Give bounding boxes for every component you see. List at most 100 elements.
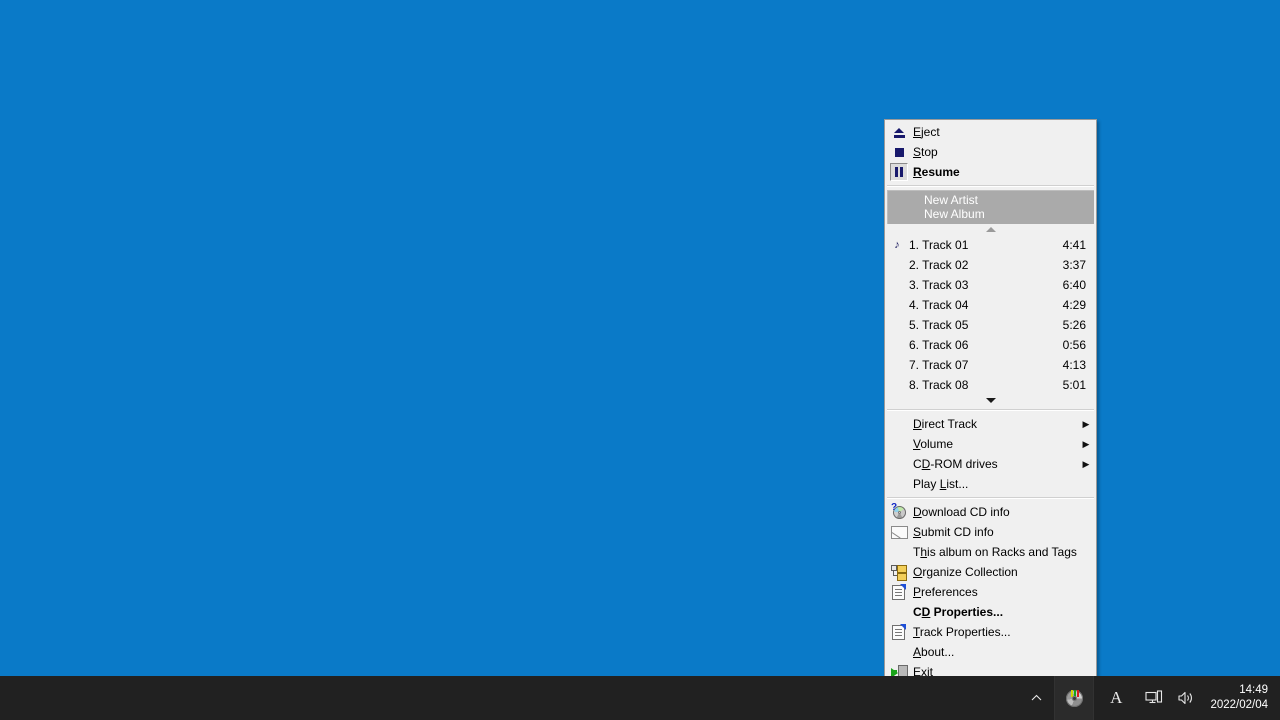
track-duration: 5:01 — [1062, 378, 1086, 392]
volume-tray-icon[interactable] — [1170, 676, 1202, 720]
album-header[interactable]: New Artist New Album — [887, 190, 1094, 224]
chevron-up-icon — [1031, 694, 1042, 701]
menu-item-volume[interactable]: Volume ▶ — [885, 434, 1096, 454]
menu-item-resume[interactable]: Resume — [885, 162, 1096, 182]
network-tray-icon[interactable] — [1138, 676, 1170, 720]
menu-item-organize-collection[interactable]: Organize Collection — [885, 562, 1096, 582]
pressed-icon-frame — [890, 163, 908, 181]
menu-item-icon — [889, 456, 909, 472]
playback-controls-section: Eject Stop Resume — [885, 122, 1096, 182]
track-name: 4. Track 04 — [909, 298, 969, 312]
actions-section: ? Download CD info Submit CD info This albu… — [885, 502, 1096, 682]
track-name: 7. Track 07 — [909, 358, 969, 372]
track-list-scroll-down[interactable] — [885, 395, 1096, 406]
clock-date: 2022/02/04 — [1210, 699, 1268, 711]
menu-item-icon — [889, 163, 909, 181]
track-name: 8. Track 08 — [909, 378, 969, 392]
submenu-arrow-icon: ▶ — [1082, 458, 1090, 469]
clock-time: 14:49 — [1239, 684, 1268, 696]
menu-item-cd-properties[interactable]: CD Properties... — [885, 602, 1096, 622]
network-icon — [1145, 690, 1163, 704]
chevron-up-icon — [985, 227, 996, 232]
cd-level-bars-icon — [1070, 689, 1080, 698]
track-duration: 4:29 — [1062, 298, 1086, 312]
track-name: 6. Track 06 — [909, 338, 969, 352]
menu-item-icon — [889, 644, 909, 660]
menu-item-label: CD-ROM drives — [913, 457, 998, 471]
track-list-item[interactable]: 8. Track 08 5:01 — [885, 375, 1096, 395]
menu-item-icon — [889, 624, 909, 640]
taskbar-clock[interactable]: 14:49 2022/02/04 — [1202, 683, 1280, 713]
menu-item-album-racks-tags[interactable]: This album on Racks and Tags — [885, 542, 1096, 562]
show-hidden-icons-button[interactable] — [1018, 676, 1054, 720]
menu-item-preferences[interactable]: Preferences — [885, 582, 1096, 602]
menu-item-icon: ? — [889, 503, 909, 520]
menu-item-download-cd-info[interactable]: ? Download CD info — [885, 502, 1096, 522]
menu-item-label: Eject — [913, 125, 940, 139]
system-tray: A 14:49 2022/02/04 — [1018, 676, 1280, 720]
menu-item-stop[interactable]: Stop — [885, 142, 1096, 162]
track-list-item[interactable]: 7. Track 07 4:13 — [885, 355, 1096, 375]
now-playing-note-icon: ♪ — [889, 237, 905, 253]
menu-item-label: Resume — [913, 165, 960, 179]
track-icon-slot — [889, 377, 905, 393]
menu-item-play-list[interactable]: Play List... — [885, 474, 1096, 494]
menu-item-icon — [889, 544, 909, 560]
menu-item-cd-rom-drives[interactable]: CD-ROM drives ▶ — [885, 454, 1096, 474]
track-list-item[interactable]: 2. Track 02 3:37 — [885, 255, 1096, 275]
menu-item-icon — [889, 524, 909, 540]
track-name: 1. Track 01 — [909, 238, 969, 252]
ime-a-icon: A — [1110, 688, 1123, 707]
menu-item-icon — [889, 584, 909, 600]
track-duration: 3:37 — [1062, 258, 1086, 272]
cd-player-context-menu: Eject Stop Resume New Artist New Album ♪ 1.… — [884, 119, 1097, 685]
track-list-item[interactable]: 6. Track 06 0:56 — [885, 335, 1096, 355]
music-note-icon: ♪ — [894, 239, 900, 251]
track-list-item[interactable]: 3. Track 03 6:40 — [885, 275, 1096, 295]
submenu-arrow-icon: ▶ — [1082, 418, 1090, 429]
menu-item-submit-cd-info[interactable]: Submit CD info — [885, 522, 1096, 542]
track-icon-slot — [889, 277, 905, 293]
track-list-scroll-up[interactable] — [885, 224, 1096, 235]
menu-item-icon — [889, 144, 909, 160]
track-icon-slot — [889, 337, 905, 353]
menu-item-label: Direct Track — [913, 417, 978, 431]
menu-item-icon — [889, 124, 909, 140]
volume-icon — [1178, 691, 1193, 705]
stop-icon — [894, 147, 904, 157]
menu-item-icon — [889, 416, 909, 432]
chevron-down-icon — [985, 398, 996, 403]
cd-question-icon: ? — [891, 503, 907, 520]
menu-item-label: Play List... — [913, 477, 969, 491]
track-duration: 4:13 — [1062, 358, 1086, 372]
track-list: ♪ 1. Track 01 4:41 2. Track 02 3:37 3. Track … — [885, 235, 1096, 395]
track-icon-slot — [889, 257, 905, 273]
track-list-item[interactable]: ♪ 1. Track 01 4:41 — [885, 235, 1096, 255]
properties-icon — [891, 584, 907, 600]
menu-item-label: Preferences — [913, 585, 978, 599]
track-name: 2. Track 02 — [909, 258, 969, 272]
folder-tree-icon — [891, 564, 907, 581]
menu-item-direct-track[interactable]: Direct Track ▶ — [885, 414, 1096, 434]
menu-item-label: This album on Racks and Tags — [913, 545, 1077, 559]
track-duration: 6:40 — [1062, 278, 1086, 292]
album-title: New Album — [924, 207, 985, 221]
menu-separator — [887, 185, 1094, 187]
menu-separator — [887, 497, 1094, 499]
track-name: 3. Track 03 — [909, 278, 969, 292]
eject-icon — [893, 127, 905, 138]
menu-item-track-properties[interactable]: Track Properties... — [885, 622, 1096, 642]
menu-item-eject[interactable]: Eject — [885, 122, 1096, 142]
cd-disc-icon — [1065, 689, 1083, 707]
menu-item-label: Submit CD info — [913, 525, 994, 539]
track-icon-slot — [889, 317, 905, 333]
ime-indicator[interactable]: A — [1094, 676, 1138, 720]
track-list-item[interactable]: 5. Track 05 5:26 — [885, 315, 1096, 335]
menu-separator — [887, 409, 1094, 411]
pause-icon — [894, 167, 904, 177]
menu-item-about[interactable]: About... — [885, 642, 1096, 662]
track-list-item[interactable]: 4. Track 04 4:29 — [885, 295, 1096, 315]
track-name: 5. Track 05 — [909, 318, 969, 332]
cd-player-tray-icon[interactable] — [1054, 676, 1095, 720]
track-icon-slot — [889, 297, 905, 313]
